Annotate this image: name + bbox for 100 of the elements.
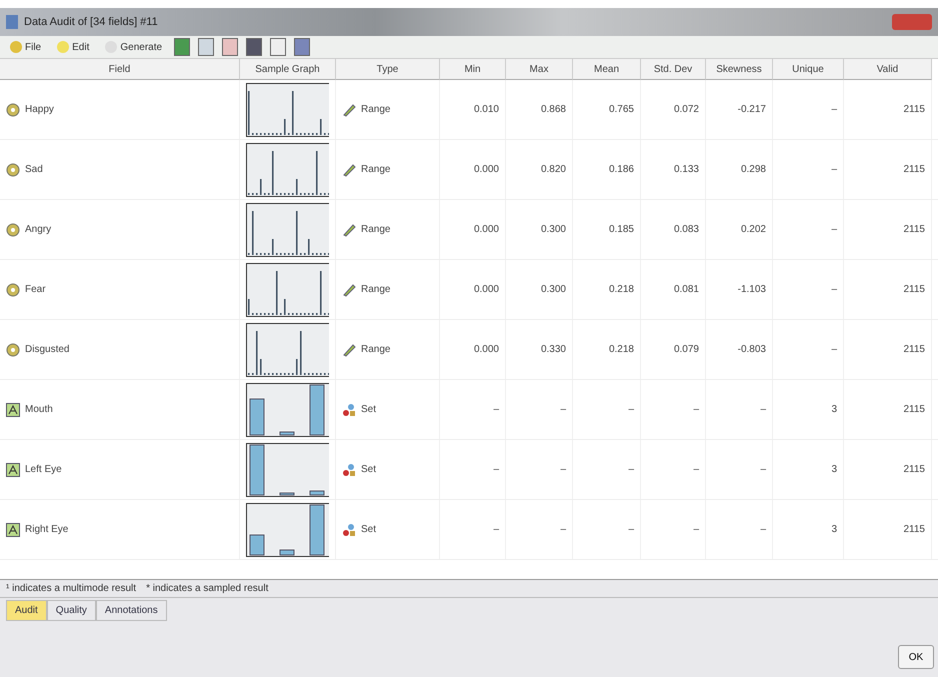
- menu-button[interactable]: Edit: [53, 41, 94, 53]
- column-header[interactable]: Skewness: [706, 59, 773, 80]
- table-cell: 3: [831, 404, 837, 415]
- shapes-icon: [342, 522, 356, 536]
- table-cell: –: [560, 464, 566, 475]
- table-cell: 0.081: [674, 284, 699, 295]
- field-name: Happy: [25, 104, 54, 115]
- table-cell: 0.820: [540, 164, 566, 175]
- table-cell: 0.765: [608, 104, 634, 115]
- type-label: Set: [361, 404, 376, 415]
- table-cell: 3: [831, 524, 837, 535]
- table-cell: 0.010: [474, 104, 499, 115]
- type-label: Set: [361, 524, 376, 535]
- table-cell: 0.083: [674, 224, 699, 235]
- table-cell: 0.000: [474, 164, 499, 175]
- column-header[interactable]: Std. Dev: [641, 59, 706, 80]
- tab[interactable]: Annotations: [96, 600, 167, 621]
- table-cell: –: [560, 524, 566, 535]
- pencil-icon: [342, 342, 356, 356]
- column-header[interactable]: Valid: [844, 59, 932, 80]
- table-cell: –: [760, 464, 766, 475]
- table-cell: –: [628, 524, 634, 535]
- table-cell: 2115: [903, 164, 925, 175]
- table-cell: –: [760, 524, 766, 535]
- column-header[interactable]: Max: [506, 59, 573, 80]
- table-cell: 2115: [903, 464, 925, 475]
- tab[interactable]: Audit: [6, 600, 47, 621]
- table-cell: –: [831, 284, 837, 295]
- table-cell: -1.103: [738, 284, 766, 295]
- field-name: Right Eye: [25, 524, 68, 535]
- table-cell: -0.217: [738, 104, 766, 115]
- table-cell: –: [493, 404, 499, 415]
- nominal-a-icon: [6, 462, 20, 476]
- nominal-a-icon: [6, 402, 20, 416]
- table-cell: 3: [831, 464, 837, 475]
- table-cell: 0.300: [540, 224, 566, 235]
- table-cell: 0.079: [674, 344, 699, 355]
- ok-button[interactable]: OK: [898, 645, 934, 669]
- field-name: Left Eye: [25, 464, 62, 475]
- table-cell: 2115: [903, 104, 925, 115]
- type-label: Range: [361, 284, 390, 295]
- table-cell: 0.000: [474, 284, 499, 295]
- table-cell: 0.000: [474, 224, 499, 235]
- type-label: Set: [361, 464, 376, 475]
- pencil-icon: [342, 282, 356, 296]
- table-cell: 2115: [903, 344, 925, 355]
- window-title: Data Audit of [34 fields] #11: [24, 16, 158, 28]
- column-header[interactable]: Mean: [573, 59, 641, 80]
- menu-button[interactable]: File: [6, 41, 46, 53]
- footnote: * indicates a sampled result: [146, 583, 268, 594]
- table-cell: –: [831, 104, 837, 115]
- table-cell: 0.133: [674, 164, 699, 175]
- table-cell: –: [831, 344, 837, 355]
- nominal-a-icon: [6, 522, 20, 536]
- table-cell: 0.300: [540, 284, 566, 295]
- field-name: Angry: [25, 224, 52, 235]
- shapes-icon: [342, 402, 356, 416]
- field-name: Sad: [25, 164, 43, 175]
- column-header[interactable]: Min: [440, 59, 506, 80]
- table-cell: –: [493, 464, 499, 475]
- column-header[interactable]: Field: [0, 59, 240, 80]
- table-cell: –: [831, 164, 837, 175]
- table-cell: 2115: [903, 404, 925, 415]
- shapes-icon: [342, 462, 356, 476]
- field-name: Disgusted: [25, 344, 70, 355]
- table-cell: –: [693, 524, 699, 535]
- table-cell: 0.202: [740, 224, 766, 235]
- pencil-icon: [342, 222, 356, 236]
- table-cell: –: [493, 524, 499, 535]
- table-cell: 2115: [903, 224, 925, 235]
- table-cell: –: [560, 404, 566, 415]
- table-cell: –: [693, 464, 699, 475]
- table-cell: -0.803: [738, 344, 766, 355]
- table-cell: 0.330: [540, 344, 566, 355]
- table-cell: 0.218: [608, 284, 634, 295]
- pencil-icon: [342, 162, 356, 176]
- column-header[interactable]: Unique: [773, 59, 844, 80]
- menu-button[interactable]: Generate: [101, 41, 166, 53]
- app-icon: [6, 15, 18, 29]
- table-cell: 2115: [903, 524, 925, 535]
- table-cell: –: [693, 404, 699, 415]
- type-label: Range: [361, 104, 390, 115]
- table-cell: 0.000: [474, 344, 499, 355]
- table-cell: 0.185: [608, 224, 634, 235]
- tab[interactable]: Quality: [46, 600, 96, 621]
- table-cell: –: [628, 404, 634, 415]
- footnote: ¹ indicates a multimode result: [6, 583, 136, 594]
- table-cell: –: [628, 464, 634, 475]
- table-cell: 2115: [903, 284, 925, 295]
- column-header[interactable]: Type: [336, 59, 440, 80]
- field-name: Mouth: [25, 404, 53, 415]
- table-cell: –: [760, 404, 766, 415]
- table-cell: 0.218: [608, 344, 634, 355]
- table-cell: 0.298: [740, 164, 766, 175]
- table-cell: 0.868: [540, 104, 566, 115]
- table-cell: 0.186: [608, 164, 634, 175]
- field-name: Fear: [25, 284, 46, 295]
- type-label: Range: [361, 164, 390, 175]
- column-header[interactable]: Sample Graph: [240, 59, 336, 80]
- table-cell: 0.072: [674, 104, 699, 115]
